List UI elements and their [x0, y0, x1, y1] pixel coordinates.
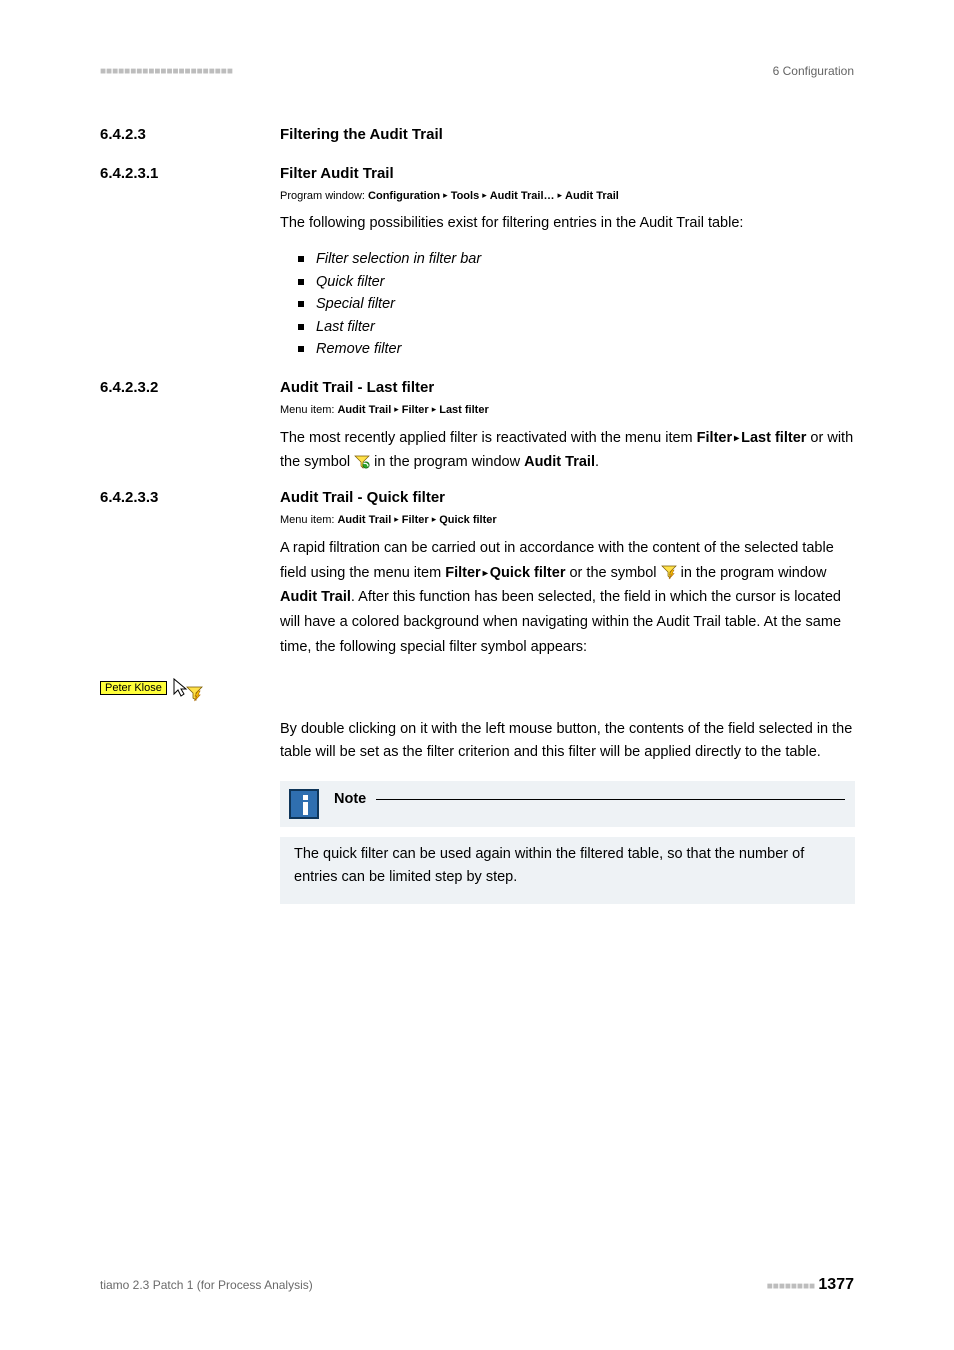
text-run: . [595, 454, 599, 470]
list-item: Quick filter [298, 271, 855, 293]
header-ornament-left: ■■■■■■■■■■■■■■■■■■■■■■ [100, 66, 233, 77]
section-title: Audit Trail - Quick filter [280, 489, 445, 506]
page-header: ■■■■■■■■■■■■■■■■■■■■■■ 6 Configuration [100, 64, 854, 78]
crumb-part: Filter [402, 514, 429, 526]
quick-filter-funnel-lightning-icon [661, 564, 677, 580]
crumb-part: Last filter [439, 404, 489, 416]
section-title: Filtering the Audit Trail [280, 126, 443, 143]
highlighted-cell-label: Peter Klose [100, 681, 167, 695]
menu-path-filter: Filter [445, 565, 480, 581]
page-number: 1377 [818, 1276, 854, 1293]
text-run: The most recently applied filter is reac… [280, 430, 697, 446]
breadcrumb: Menu item: Audit Trail Filter Quick filter [280, 514, 855, 526]
section-6-4-2-3: 6.4.2.3 Filtering the Audit Trail [100, 126, 854, 143]
section-title: Filter Audit Trail [280, 165, 394, 182]
breadcrumb: Menu item: Audit Trail Filter Last filter [280, 404, 855, 416]
chevron-right-icon [479, 190, 490, 202]
window-name-audit-trail: Audit Trail [280, 589, 351, 605]
chevron-right-icon [391, 404, 402, 416]
crumb-part: Filter [402, 404, 429, 416]
section-number: 6.4.2.3.2 [100, 379, 280, 396]
section-number: 6.4.2.3 [100, 126, 280, 143]
intro-text: The following possibilities exist for fi… [280, 212, 855, 234]
last-filter-funnel-icon [354, 454, 370, 470]
menu-path-quick-filter: Quick filter [490, 565, 566, 581]
note-title: Note [334, 791, 366, 807]
cursor-funnel-icon [171, 677, 205, 708]
crumb-part: Quick filter [439, 514, 496, 526]
text-run: . After this function has been selected,… [280, 589, 841, 654]
footer-product: tiamo 2.3 Patch 1 (for Process Analysis) [100, 1278, 313, 1292]
filter-options-list: Filter selection in filter bar Quick fil… [298, 248, 855, 360]
list-item: Filter selection in filter bar [298, 248, 855, 270]
chevron-right-icon [481, 565, 490, 581]
crumb-part: Tools [451, 190, 480, 202]
text-run: or the symbol [565, 565, 660, 581]
list-item: Remove filter [298, 338, 855, 360]
chevron-right-icon [429, 514, 440, 526]
note-rule [376, 799, 845, 800]
section-6-4-2-3-1: 6.4.2.3.1 Filter Audit Trail [100, 165, 854, 182]
chevron-right-icon [555, 190, 566, 202]
header-chapter: 6 Configuration [773, 64, 854, 78]
note-callout: Note The quick filter can be used again … [280, 781, 855, 904]
last-filter-paragraph: The most recently applied filter is reac… [280, 426, 855, 475]
note-body: The quick filter can be used again withi… [280, 837, 855, 904]
section-title: Audit Trail - Last filter [280, 379, 434, 396]
list-item: Special filter [298, 293, 855, 315]
section-number: 6.4.2.3.3 [100, 489, 280, 506]
crumb-label: Menu item: [280, 404, 337, 416]
chevron-right-icon [391, 514, 402, 526]
section-6-4-2-3-3: 6.4.2.3.3 Audit Trail - Quick filter [100, 489, 854, 506]
page-footer: tiamo 2.3 Patch 1 (for Process Analysis)… [100, 1276, 854, 1294]
section-6-4-2-3-2: 6.4.2.3.2 Audit Trail - Last filter [100, 379, 854, 396]
crumb-label: Program window: [280, 190, 368, 202]
quick-filter-paragraph-1: A rapid filtration can be carried out in… [280, 536, 855, 659]
crumb-part: Configuration [368, 190, 440, 202]
chevron-right-icon [429, 404, 440, 416]
section-number: 6.4.2.3.1 [100, 165, 280, 182]
crumb-part: Audit Trail… [490, 190, 555, 202]
footer-ornament: ■■■■■■■■ [767, 1281, 815, 1292]
crumb-part: Audit Trail [337, 514, 391, 526]
crumb-label: Menu item: [280, 514, 337, 526]
chevron-right-icon [732, 430, 741, 446]
info-icon [289, 789, 319, 819]
menu-path-last-filter: Last filter [741, 430, 806, 446]
menu-path-filter: Filter [697, 430, 732, 446]
quick-filter-cursor-example: Peter Klose [100, 665, 854, 696]
chevron-right-icon [440, 190, 451, 202]
text-run: in the program window [677, 565, 827, 581]
text-run: in the program window [370, 454, 524, 470]
quick-filter-paragraph-2: By double clicking on it with the left m… [280, 718, 855, 763]
list-item: Last filter [298, 316, 855, 338]
window-name-audit-trail: Audit Trail [524, 454, 595, 470]
breadcrumb: Program window: Configuration Tools Audit … [280, 190, 855, 202]
crumb-part: Audit Trail [337, 404, 391, 416]
crumb-part: Audit Trail [565, 190, 619, 202]
